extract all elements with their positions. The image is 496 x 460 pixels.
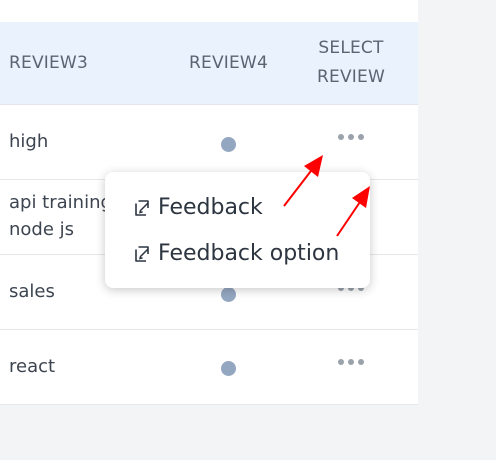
review3-cell-line1: api training (9, 192, 105, 213)
more-dot-icon (358, 359, 364, 365)
more-options-button[interactable] (336, 352, 366, 372)
panel-top-bar (0, 0, 418, 22)
menu-item-feedback-option-label: Feedback option (158, 241, 340, 266)
more-options-button[interactable] (336, 127, 366, 147)
column-header-select-review: SELECT REVIEW (317, 34, 385, 92)
review4-status-dot (221, 287, 236, 302)
more-dot-icon (338, 359, 344, 365)
feedback-menu-popup: Feedback Feedback option (105, 172, 370, 288)
review4-status-dot (221, 137, 236, 152)
table-panel: REVIEW3 REVIEW4 SELECT REVIEW high api t… (0, 0, 418, 460)
more-dot-icon (338, 134, 344, 140)
menu-item-feedback-option[interactable]: Feedback option (132, 239, 339, 269)
column-header-select-review-line2: REVIEW (317, 67, 385, 87)
edit-note-icon (135, 200, 149, 216)
review3-cell: high (9, 131, 49, 152)
review3-cell: sales (9, 281, 55, 302)
edit-note-icon (135, 246, 149, 262)
review3-cell: react (9, 356, 56, 377)
menu-item-feedback-label: Feedback (158, 195, 263, 220)
column-header-review4: REVIEW4 (189, 53, 268, 73)
more-dot-icon (348, 359, 354, 365)
more-dot-icon (358, 134, 364, 140)
table-header: REVIEW3 REVIEW4 SELECT REVIEW (0, 22, 418, 105)
more-dot-icon (348, 134, 354, 140)
column-header-review3: REVIEW3 (9, 53, 88, 73)
review4-status-dot (221, 361, 236, 376)
menu-item-feedback[interactable]: Feedback (132, 193, 263, 223)
review3-cell-line2: node js (9, 219, 75, 240)
review3-cell: api training node js (9, 189, 105, 243)
column-header-select-review-line1: SELECT (318, 38, 384, 58)
table-row: react (0, 330, 418, 405)
table-row: high (0, 105, 418, 180)
